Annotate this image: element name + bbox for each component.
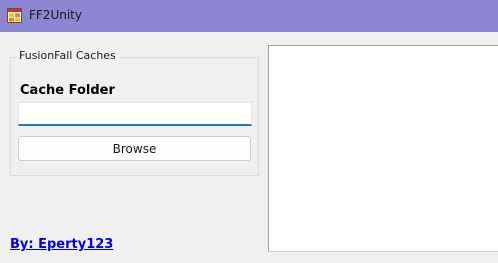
cache-folder-input[interactable] xyxy=(18,102,252,126)
cache-folder-label: Cache Folder xyxy=(20,83,115,98)
output-textbox[interactable] xyxy=(268,45,498,252)
app-window-icon xyxy=(7,8,22,23)
browse-button[interactable]: Browse xyxy=(18,136,251,161)
group-legend: FusionFall Caches xyxy=(17,49,118,63)
author-link[interactable]: By: Eperty123 xyxy=(10,236,113,253)
window-title: FF2Unity xyxy=(29,8,82,22)
title-bar[interactable]: FF2Unity xyxy=(0,0,498,32)
